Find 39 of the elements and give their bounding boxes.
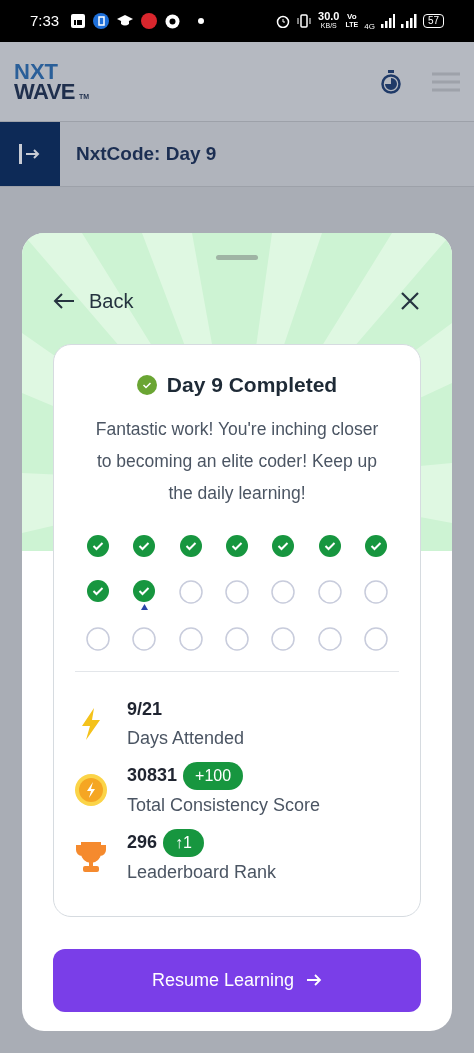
app-icon <box>71 14 86 28</box>
sidebar-toggle-button[interactable] <box>0 122 60 186</box>
drag-handle[interactable] <box>216 255 258 260</box>
change-badge: +100 <box>183 761 244 790</box>
stat-label: Total Consistency Score <box>127 793 321 817</box>
status-time: 7:33 <box>30 10 60 31</box>
page-title: NxtCode: Day 9 <box>76 141 217 166</box>
network-speed: 30.0 <box>318 12 340 21</box>
stat-label: Days Attended <box>127 726 245 750</box>
stat-value: 296 <box>127 831 158 854</box>
volte-label: Vo <box>347 13 357 21</box>
stat-label: Leaderboard Rank <box>127 860 277 884</box>
lightning-icon <box>80 707 102 740</box>
signal-icon <box>380 14 395 28</box>
completion-message: Fantastic work! You're inching closer to becoming an elite coder! Keep up the daily learning! <box>94 417 380 505</box>
app-icon <box>141 13 158 29</box>
signal-icon <box>400 14 417 28</box>
resume-learning-button[interactable]: Resume Learning <box>53 948 421 1012</box>
arrow-right-icon <box>306 974 323 986</box>
coin-icon <box>75 774 107 806</box>
dot-icon <box>198 18 205 24</box>
stat-value: 9/21 <box>127 697 163 721</box>
back-button[interactable]: Back <box>53 286 134 316</box>
browser-icon <box>165 13 181 29</box>
stopwatch-icon[interactable] <box>380 69 402 94</box>
stat-value: 30831 <box>127 764 178 787</box>
expand-icon <box>19 144 41 164</box>
back-arrow-icon <box>53 293 75 309</box>
graduation-cap-icon <box>117 15 134 27</box>
card-title: Day 9 Completed <box>166 372 338 398</box>
alarm-icon <box>276 14 291 28</box>
change-badge: ↑1 <box>163 828 204 857</box>
battery-indicator: 57 <box>422 14 444 28</box>
trophy-icon <box>76 841 106 873</box>
vibrate-icon <box>296 14 313 28</box>
network-type: 4G <box>364 21 375 33</box>
app-icon <box>93 13 110 29</box>
check-circle-icon <box>136 374 157 395</box>
close-icon[interactable] <box>401 292 419 310</box>
